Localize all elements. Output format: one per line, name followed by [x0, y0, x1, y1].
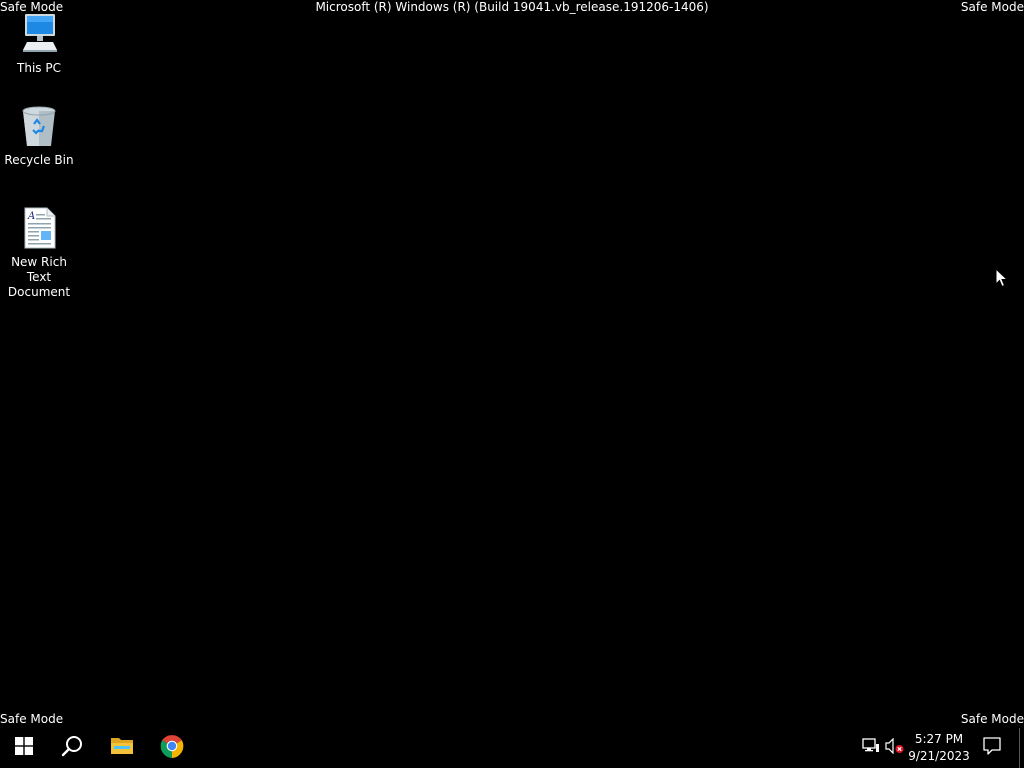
recycle-bin-icon — [17, 104, 61, 148]
taskbar-clock[interactable]: 5:27 PM 9/21/2023 — [906, 728, 972, 768]
search-icon — [61, 735, 83, 761]
show-desktop-button[interactable] — [1019, 728, 1024, 768]
desktop-icon-new-rich-text-document[interactable]: A New Rich Text Document — [0, 206, 78, 300]
network-disconnected-icon — [862, 738, 880, 758]
safe-mode-label-bottom-right: Safe Mode — [960, 712, 1024, 726]
computer-icon — [17, 12, 61, 56]
desktop-icon-label: New Rich Text Document — [7, 255, 71, 299]
rich-text-document-icon: A — [17, 206, 61, 250]
clock-time: 5:27 PM — [914, 732, 964, 746]
volume-tray-button[interactable] — [884, 728, 906, 768]
start-button[interactable] — [0, 728, 48, 768]
desktop-icon-label: Recycle Bin — [4, 153, 74, 167]
desktop-screen[interactable]: Safe Mode Microsoft (R) Windows (R) (Bui… — [0, 0, 1024, 768]
volume-muted-icon — [885, 737, 905, 758]
safe-mode-label-top-right: Safe Mode — [960, 0, 1024, 14]
desktop-icon-this-pc[interactable]: This PC — [0, 12, 78, 76]
windows-start-icon — [15, 737, 33, 759]
svg-text:A: A — [27, 211, 35, 222]
safe-mode-label-bottom-left: Safe Mode — [0, 712, 64, 726]
action-center-button[interactable] — [972, 728, 1012, 768]
search-button[interactable] — [48, 728, 96, 768]
action-center-icon — [983, 737, 1001, 759]
chrome-button[interactable] — [148, 728, 196, 768]
build-version-label: Microsoft (R) Windows (R) (Build 19041.v… — [315, 0, 709, 14]
clock-date: 9/21/2023 — [908, 749, 970, 763]
chrome-icon — [160, 734, 184, 762]
file-explorer-icon — [110, 736, 134, 760]
file-explorer-button[interactable] — [98, 728, 146, 768]
mouse-cursor-icon — [995, 267, 1009, 288]
taskbar: 5:27 PM 9/21/2023 — [0, 728, 1024, 768]
desktop-icon-label: This PC — [17, 61, 61, 75]
network-tray-button[interactable] — [860, 728, 882, 768]
desktop-icon-recycle-bin[interactable]: Recycle Bin — [0, 104, 78, 168]
